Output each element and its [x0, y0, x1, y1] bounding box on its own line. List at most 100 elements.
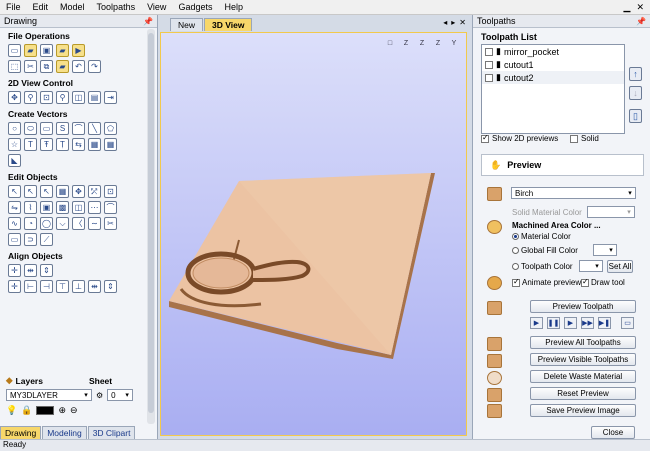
scissors-icon[interactable]: ✂: [104, 217, 117, 230]
preview-visible-button[interactable]: Preview Visible Toolpaths: [530, 353, 636, 366]
save-preview-image-button[interactable]: Save Preview Image: [530, 404, 636, 417]
page-view-icon[interactable]: ▤: [88, 91, 101, 104]
open-file-icon[interactable]: ▰: [24, 44, 37, 57]
align-top-icon[interactable]: ⊤: [56, 280, 69, 293]
mirror-icon[interactable]: ⇋: [8, 201, 21, 214]
scroll-left-icon[interactable]: ◂: [443, 18, 447, 27]
nest-icon[interactable]: ⟋: [40, 233, 53, 246]
pan-icon[interactable]: ✥: [8, 91, 21, 104]
smooth-icon[interactable]: ∿: [8, 217, 21, 230]
show-2d-checkbox[interactable]: [481, 133, 489, 143]
join-icon[interactable]: ⋯: [88, 201, 101, 214]
ungroup-icon[interactable]: ◫: [72, 201, 85, 214]
space-horizontal-icon[interactable]: ⇹: [88, 280, 101, 293]
move-up-button[interactable]: ↑: [629, 67, 642, 81]
menu-toolpaths[interactable]: Toolpaths: [91, 2, 142, 12]
tab-modeling[interactable]: Modeling: [42, 426, 87, 440]
list-item[interactable]: ▮ mirror_pocket: [482, 45, 624, 58]
toolpath-color-select[interactable]: ▾: [579, 260, 603, 272]
group-icon[interactable]: ▦: [56, 185, 69, 198]
global-fill-option[interactable]: Global Fill Color: [512, 246, 578, 255]
material-color-option[interactable]: Material Color: [512, 232, 571, 241]
solid-color-select[interactable]: ▾: [587, 206, 635, 218]
close-icon[interactable]: ✕: [636, 2, 644, 13]
rectangle-icon[interactable]: ▭: [40, 122, 53, 135]
extend-icon[interactable]: 〈: [72, 217, 85, 230]
curve-icon[interactable]: ⌒: [104, 201, 117, 214]
play-icon[interactable]: ▶: [530, 317, 543, 329]
align-left-icon[interactable]: ⊢: [24, 280, 37, 293]
set-all-button[interactable]: Set All: [607, 260, 633, 273]
transform-icon[interactable]: ↖: [40, 185, 53, 198]
menu-edit[interactable]: Edit: [27, 2, 55, 12]
draw-tool-checkbox[interactable]: [581, 277, 589, 287]
skip-end-icon[interactable]: ▶❚: [598, 317, 611, 329]
move-down-button[interactable]: ↓: [629, 86, 642, 100]
circle-icon[interactable]: ○: [8, 122, 21, 135]
animate-checkbox[interactable]: [512, 277, 520, 287]
array-icon[interactable]: ▦: [104, 138, 117, 151]
visibility-checkbox[interactable]: [485, 47, 493, 56]
select-arrow-icon[interactable]: ↖: [8, 185, 21, 198]
redo-icon[interactable]: ↷: [88, 60, 101, 73]
layer-properties-icon[interactable]: ⚙: [96, 391, 103, 400]
align-right-icon[interactable]: ⊣: [40, 280, 53, 293]
measure-icon[interactable]: ∼: [88, 217, 101, 230]
pin-icon[interactable]: 📌: [636, 17, 646, 26]
list-item[interactable]: ▮ cutout1: [482, 58, 624, 71]
fast-forward-icon[interactable]: ▶▶: [581, 317, 594, 329]
tab-3d-view[interactable]: 3D View: [204, 18, 253, 31]
import-bitmap-icon[interactable]: ▶: [72, 44, 85, 57]
grid-icon[interactable]: ▦: [88, 138, 101, 151]
layer-color-icon[interactable]: [36, 406, 55, 415]
delete-waste-button[interactable]: Delete Waste Material: [530, 370, 636, 383]
animate-preview-option[interactable]: Animate preview: [512, 277, 581, 287]
preview-toolpath-button[interactable]: Preview Toolpath: [530, 300, 636, 313]
select-icon[interactable]: ⬚: [8, 60, 21, 73]
minimize-icon[interactable]: ▁: [624, 2, 631, 13]
3d-viewport[interactable]: □ Z Z Z Y: [160, 32, 467, 436]
trim-icon[interactable]: ⌵: [56, 217, 69, 230]
reset-preview-button[interactable]: Reset Preview: [530, 387, 636, 400]
node-edit-icon[interactable]: ↖: [24, 185, 37, 198]
tab-new[interactable]: New: [170, 18, 204, 31]
new-file-icon[interactable]: ▭: [8, 44, 21, 57]
tab-drawing[interactable]: Drawing: [0, 426, 42, 440]
align-bottom-icon[interactable]: ⊥: [72, 280, 85, 293]
left-scrollbar[interactable]: [147, 29, 155, 424]
arc-icon[interactable]: ⌒: [72, 122, 85, 135]
space-vertical-icon[interactable]: ⇕: [104, 280, 117, 293]
split-view-icon[interactable]: ◫: [72, 91, 85, 104]
pin-icon[interactable]: 📌: [143, 17, 153, 26]
toolpath-color-option[interactable]: Toolpath Color: [512, 262, 573, 271]
delete-toolpath-button[interactable]: ▯: [629, 109, 642, 123]
preview-all-button[interactable]: Preview All Toolpaths: [530, 336, 636, 349]
align-vertical-icon[interactable]: ⇕: [40, 264, 53, 277]
menu-view[interactable]: View: [141, 2, 172, 12]
show-2d-previews-option[interactable]: Show 2D previews: [481, 133, 558, 143]
menu-model[interactable]: Model: [54, 2, 91, 12]
copy-icon[interactable]: ⧉: [40, 60, 53, 73]
delete-layer-icon[interactable]: ⊖: [70, 405, 78, 416]
menu-file[interactable]: File: [0, 2, 27, 12]
line-icon[interactable]: ╲: [88, 122, 101, 135]
zoom-icon[interactable]: ⚲: [24, 91, 37, 104]
zoom-box-icon[interactable]: ⚲: [56, 91, 69, 104]
bitmap-trace-icon[interactable]: ◣: [8, 154, 21, 167]
close-view-icon[interactable]: ✕: [459, 18, 466, 27]
import-icon[interactable]: ▰: [56, 44, 69, 57]
align-middle-icon[interactable]: ✛: [8, 280, 21, 293]
solid-checkbox[interactable]: [570, 134, 578, 143]
list-item[interactable]: ▮ cutout2: [482, 71, 624, 84]
scale-icon[interactable]: ⊡: [104, 185, 117, 198]
global-fill-radio[interactable]: [512, 247, 519, 255]
exit-icon[interactable]: ⇥: [104, 91, 117, 104]
distort-icon[interactable]: ⌇: [24, 201, 37, 214]
close-button[interactable]: Close: [591, 426, 635, 439]
move-icon[interactable]: ✥: [72, 185, 85, 198]
spiral-icon[interactable]: S: [56, 122, 69, 135]
add-layer-icon[interactable]: ⊕: [58, 405, 66, 416]
ellipse-icon[interactable]: ⬭: [24, 122, 37, 135]
text-icon[interactable]: T: [24, 138, 37, 151]
tab-3d-clipart[interactable]: 3D Clipart: [87, 426, 136, 440]
